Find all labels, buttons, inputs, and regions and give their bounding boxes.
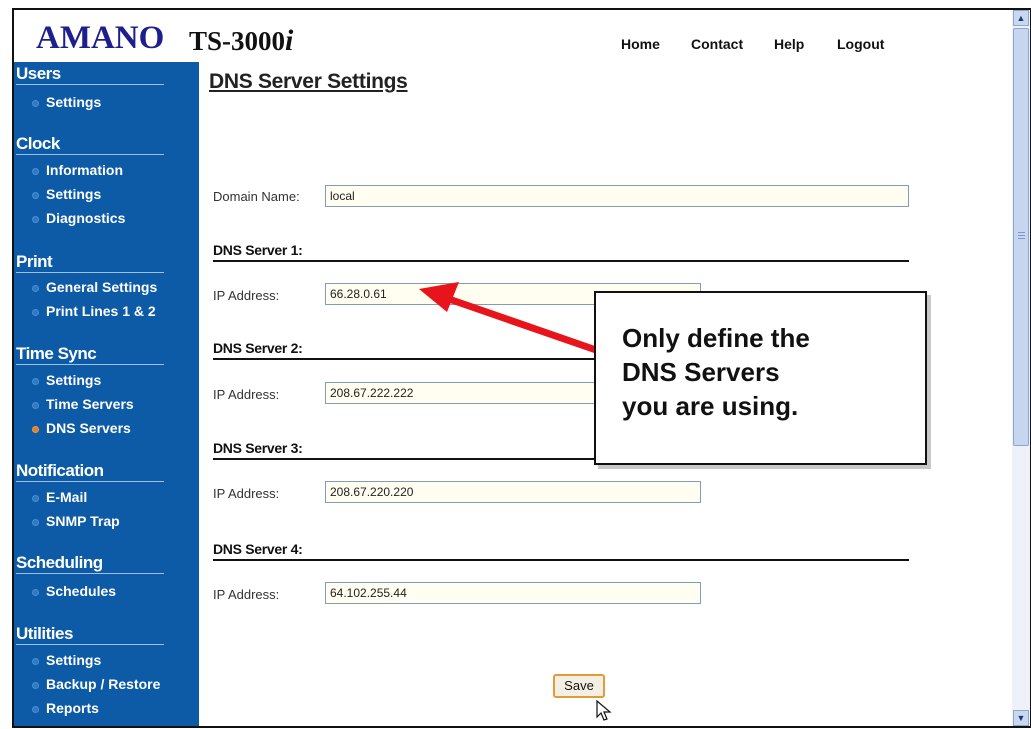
scrollbar-thumb[interactable] bbox=[1013, 28, 1029, 446]
callout-line: Only define the bbox=[622, 323, 810, 353]
callout-line: you are using. bbox=[622, 391, 799, 421]
grip-line bbox=[1018, 235, 1025, 236]
browser-window: AMANO TS-3000i Home Contact Help Logout … bbox=[12, 8, 1031, 728]
scroll-down-arrow-icon[interactable]: ▼ bbox=[1013, 710, 1029, 726]
mouse-pointer-icon bbox=[596, 700, 612, 721]
callout-line: DNS Servers bbox=[622, 357, 780, 387]
grip-line bbox=[1018, 238, 1025, 239]
grip-line bbox=[1018, 232, 1025, 233]
annotation-callout: Only define the DNS Servers you are usin… bbox=[594, 291, 927, 465]
vertical-scrollbar[interactable]: ▲ ▼ bbox=[1012, 10, 1030, 726]
scroll-up-arrow-icon[interactable]: ▲ bbox=[1013, 10, 1029, 26]
